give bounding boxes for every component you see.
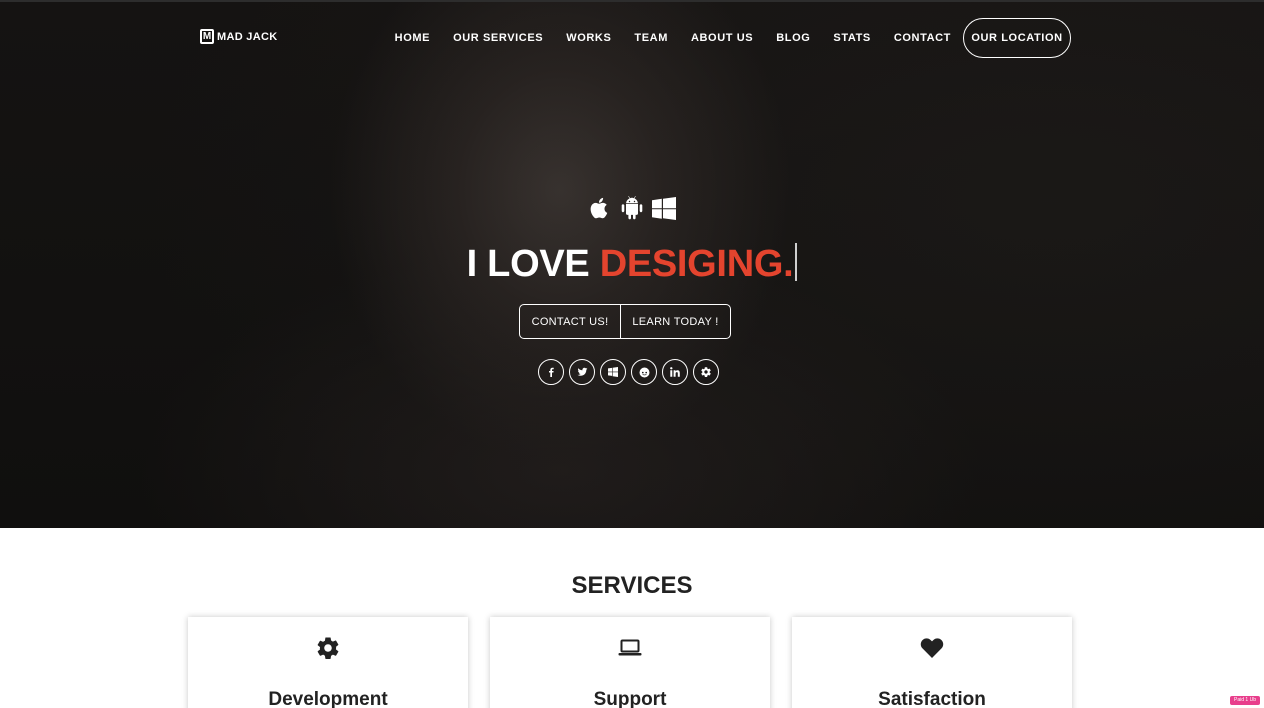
corner-badge[interactable]: Paid 1 Ub bbox=[1230, 696, 1260, 705]
nav-stats[interactable]: STATS bbox=[833, 32, 870, 44]
logo-mark: M bbox=[200, 29, 214, 44]
twitter-icon[interactable] bbox=[569, 359, 595, 385]
logo-text: MAD JACK bbox=[217, 30, 278, 43]
service-title: Support bbox=[593, 689, 667, 708]
top-border bbox=[0, 0, 1264, 2]
nav-team[interactable]: TEAM bbox=[634, 32, 668, 44]
our-location-button[interactable]: OUR LOCATION bbox=[963, 18, 1071, 58]
windows-icon[interactable] bbox=[600, 359, 626, 385]
learn-today-button[interactable]: LEARN TODAY ! bbox=[621, 305, 730, 338]
linkedin-icon[interactable] bbox=[662, 359, 688, 385]
brand-logo[interactable]: M MAD JACK bbox=[200, 29, 277, 44]
service-title: Development bbox=[268, 689, 388, 708]
nav-our-services[interactable]: OUR SERVICES bbox=[453, 32, 543, 44]
nav-blog[interactable]: BLOG bbox=[776, 32, 810, 44]
contact-us-button[interactable]: CONTACT US! bbox=[520, 305, 621, 338]
heart-icon bbox=[792, 637, 1072, 659]
service-card-development[interactable]: Development bbox=[188, 617, 468, 708]
reddit-icon[interactable] bbox=[631, 359, 657, 385]
hero-section: M MAD JACK HOME OUR SERVICES WORKS TEAM … bbox=[0, 0, 1264, 528]
gear-icon bbox=[188, 637, 468, 659]
hero-headline: I LOVE DESIGING. bbox=[0, 243, 1264, 286]
services-heading: SERVICES bbox=[571, 572, 693, 599]
service-card-satisfaction[interactable]: Satisfaction bbox=[792, 617, 1072, 708]
nav-contact[interactable]: CONTACT bbox=[894, 32, 951, 44]
nav-home[interactable]: HOME bbox=[395, 32, 430, 44]
headline-prefix: I LOVE bbox=[466, 243, 590, 285]
social-links bbox=[538, 359, 719, 385]
platform-icons bbox=[0, 194, 1264, 222]
android-icon bbox=[619, 194, 645, 222]
nav-about-us[interactable]: ABOUT US bbox=[691, 32, 753, 44]
main-nav: HOME OUR SERVICES WORKS TEAM ABOUT US BL… bbox=[372, 18, 1071, 58]
headline-accent: DESIGING. bbox=[599, 243, 794, 285]
facebook-icon[interactable] bbox=[538, 359, 564, 385]
service-title: Satisfaction bbox=[878, 689, 986, 708]
gear-icon[interactable] bbox=[693, 359, 719, 385]
nav-works[interactable]: WORKS bbox=[566, 32, 611, 44]
hero-button-group: CONTACT US! LEARN TODAY ! bbox=[519, 304, 731, 339]
laptop-icon bbox=[490, 637, 770, 659]
typing-cursor bbox=[795, 243, 798, 281]
windows-icon bbox=[651, 194, 677, 222]
service-card-support[interactable]: Support bbox=[490, 617, 770, 708]
apple-icon bbox=[587, 194, 613, 222]
